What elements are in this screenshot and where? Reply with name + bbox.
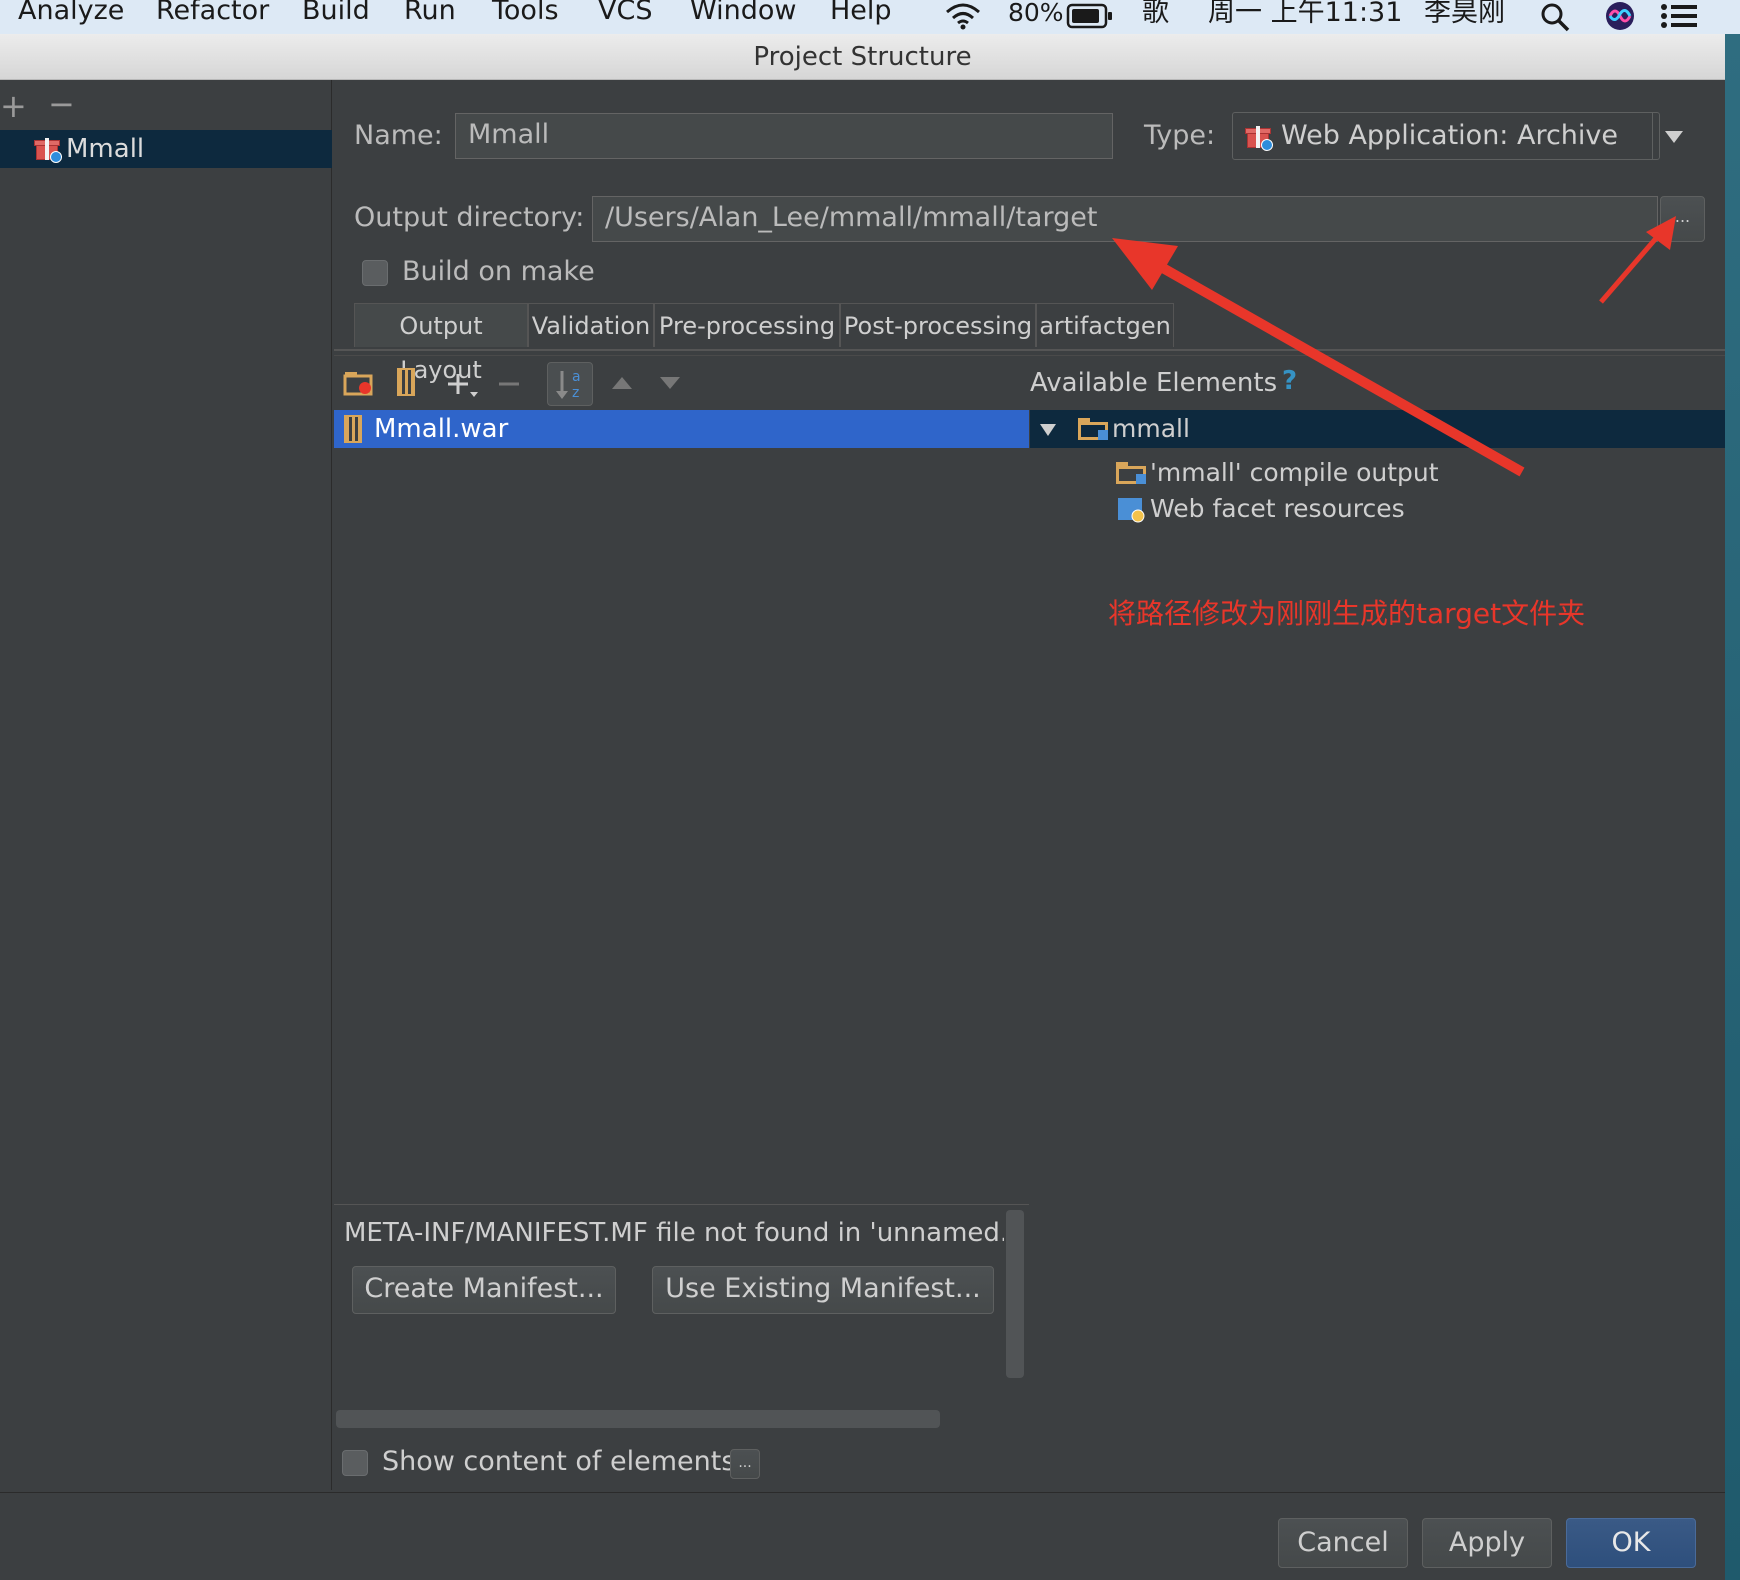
available-compile-output[interactable]: 'mmall' compile output <box>1116 456 1476 492</box>
available-web-facet-resources[interactable]: Web facet resources <box>1116 492 1476 528</box>
output-directory-label: Output directory: <box>354 202 585 233</box>
war-archive-icon <box>344 415 362 443</box>
menubar-user[interactable]: 李昊刚 <box>1424 0 1505 30</box>
build-on-make-checkbox[interactable] <box>362 260 388 286</box>
annotation-arrow-to-browse <box>1599 234 1660 304</box>
apply-button[interactable]: Apply <box>1422 1518 1552 1568</box>
spotlight-search-icon[interactable] <box>1540 2 1570 32</box>
sidebar-item-label: Mmall <box>66 134 145 164</box>
move-up-icon[interactable] <box>610 375 634 391</box>
output-directory-input[interactable]: /Users/Alan_Lee/mmall/mmall/target <box>592 196 1658 242</box>
battery-percent: 80% <box>1008 0 1064 27</box>
tab-validation[interactable]: Validation <box>528 303 654 347</box>
manifest-vertical-scrollbar[interactable] <box>1006 1210 1024 1378</box>
layout-root-label: Mmall.war <box>374 414 509 444</box>
tabs-underline <box>334 349 1725 351</box>
annotation-arrowhead-path <box>1112 238 1178 290</box>
tab-output-layout[interactable]: Output Layout <box>354 303 528 384</box>
cancel-button[interactable]: Cancel <box>1278 1518 1408 1568</box>
layout-horizontal-scrollbar[interactable] <box>336 1410 940 1428</box>
remove-artifact-button[interactable]: − <box>48 88 75 120</box>
menu-vcs[interactable]: VCS <box>598 0 652 28</box>
annotation-note: 将路径修改为刚刚生成的target文件夹 <box>1108 597 1586 630</box>
macos-menubar: Analyze Refactor Build Run Tools VCS Win… <box>0 0 1740 34</box>
desktop-background <box>1725 34 1740 1580</box>
web-facet-resources-label: Web facet resources <box>1150 494 1405 523</box>
artifact-gift-icon <box>34 135 62 163</box>
use-existing-manifest-button[interactable]: Use Existing Manifest... <box>652 1266 994 1314</box>
sidebar-item-mmall[interactable]: Mmall <box>0 130 332 168</box>
compile-output-label: 'mmall' compile output <box>1150 458 1439 487</box>
type-label: Type: <box>1144 120 1216 151</box>
sort-alphabetically-icon: a z <box>556 369 581 401</box>
menu-refactor[interactable]: Refactor <box>156 0 269 28</box>
name-label: Name: <box>354 120 443 151</box>
svg-text:z: z <box>572 385 579 401</box>
new-directory-icon[interactable] <box>343 368 375 398</box>
window-title: Project Structure <box>753 42 972 72</box>
create-manifest-button[interactable]: Create Manifest... <box>352 1266 616 1314</box>
archive-icon[interactable] <box>397 368 415 396</box>
move-down-icon[interactable] <box>658 375 682 391</box>
wifi-icon[interactable] <box>943 2 983 30</box>
chevron-down-icon[interactable] <box>1665 131 1683 143</box>
svg-text:a: a <box>572 369 581 385</box>
web-archive-icon <box>1245 123 1273 151</box>
siri-icon[interactable] <box>1604 0 1636 32</box>
add-copy-icon[interactable] <box>446 370 480 400</box>
name-input[interactable]: Mmall <box>455 113 1113 159</box>
available-elements-title: Available Elements <box>1030 368 1278 398</box>
menu-build[interactable]: Build <box>302 0 370 28</box>
manifest-panel-border <box>334 1204 1029 1205</box>
type-select[interactable]: Web Application: Archive <box>1232 112 1683 160</box>
remove-icon[interactable] <box>497 370 521 400</box>
type-select-value: Web Application: Archive <box>1281 120 1619 151</box>
window-titlebar: Project Structure <box>0 34 1725 80</box>
panel-border <box>334 355 1725 356</box>
browse-output-directory-button[interactable]: ... <box>1660 196 1705 242</box>
notification-center-icon[interactable] <box>1660 2 1698 30</box>
available-module-label: mmall <box>1112 414 1190 443</box>
expand-triangle-icon[interactable] <box>1038 422 1058 438</box>
module-folder-icon <box>1078 418 1108 440</box>
battery-icon[interactable] <box>1066 2 1114 30</box>
menu-tools[interactable]: Tools <box>492 0 559 28</box>
menubar-clock[interactable]: 周一 上午11:31 <box>1208 0 1402 30</box>
layout-tree-root-mmall-war[interactable]: Mmall.war <box>334 410 1029 448</box>
select-divider <box>1652 113 1653 159</box>
footer-divider <box>0 1492 1725 1493</box>
ok-button[interactable]: OK <box>1566 1518 1696 1568</box>
build-on-make-label: Build on make <box>402 256 595 287</box>
tab-artifactgen[interactable]: artifactgen <box>1036 303 1174 347</box>
web-facet-icon <box>1118 498 1145 523</box>
compile-output-folder-icon <box>1116 462 1146 484</box>
add-artifact-button[interactable]: + <box>0 90 27 122</box>
menu-help[interactable]: Help <box>830 0 892 28</box>
menu-run[interactable]: Run <box>404 0 456 28</box>
show-content-options-button[interactable]: ... <box>730 1449 760 1479</box>
menu-analyze[interactable]: Analyze <box>18 0 124 28</box>
artifacts-sidebar: + − Mmall <box>0 80 332 1490</box>
help-icon[interactable]: ? <box>1282 366 1297 396</box>
show-content-label: Show content of elements <box>382 1446 736 1477</box>
show-content-checkbox[interactable] <box>342 1450 368 1476</box>
sort-elements-toggle[interactable]: a z <box>547 362 593 406</box>
input-method-indicator[interactable]: 歌 <box>1142 0 1169 30</box>
tab-post-processing[interactable]: Post-processing <box>840 303 1036 347</box>
available-module-mmall[interactable]: mmall <box>1030 410 1725 448</box>
manifest-warning: META-INF/MANIFEST.MF file not found in '… <box>344 1218 1004 1248</box>
menu-window[interactable]: Window <box>690 0 796 28</box>
tab-pre-processing[interactable]: Pre-processing <box>654 303 840 347</box>
